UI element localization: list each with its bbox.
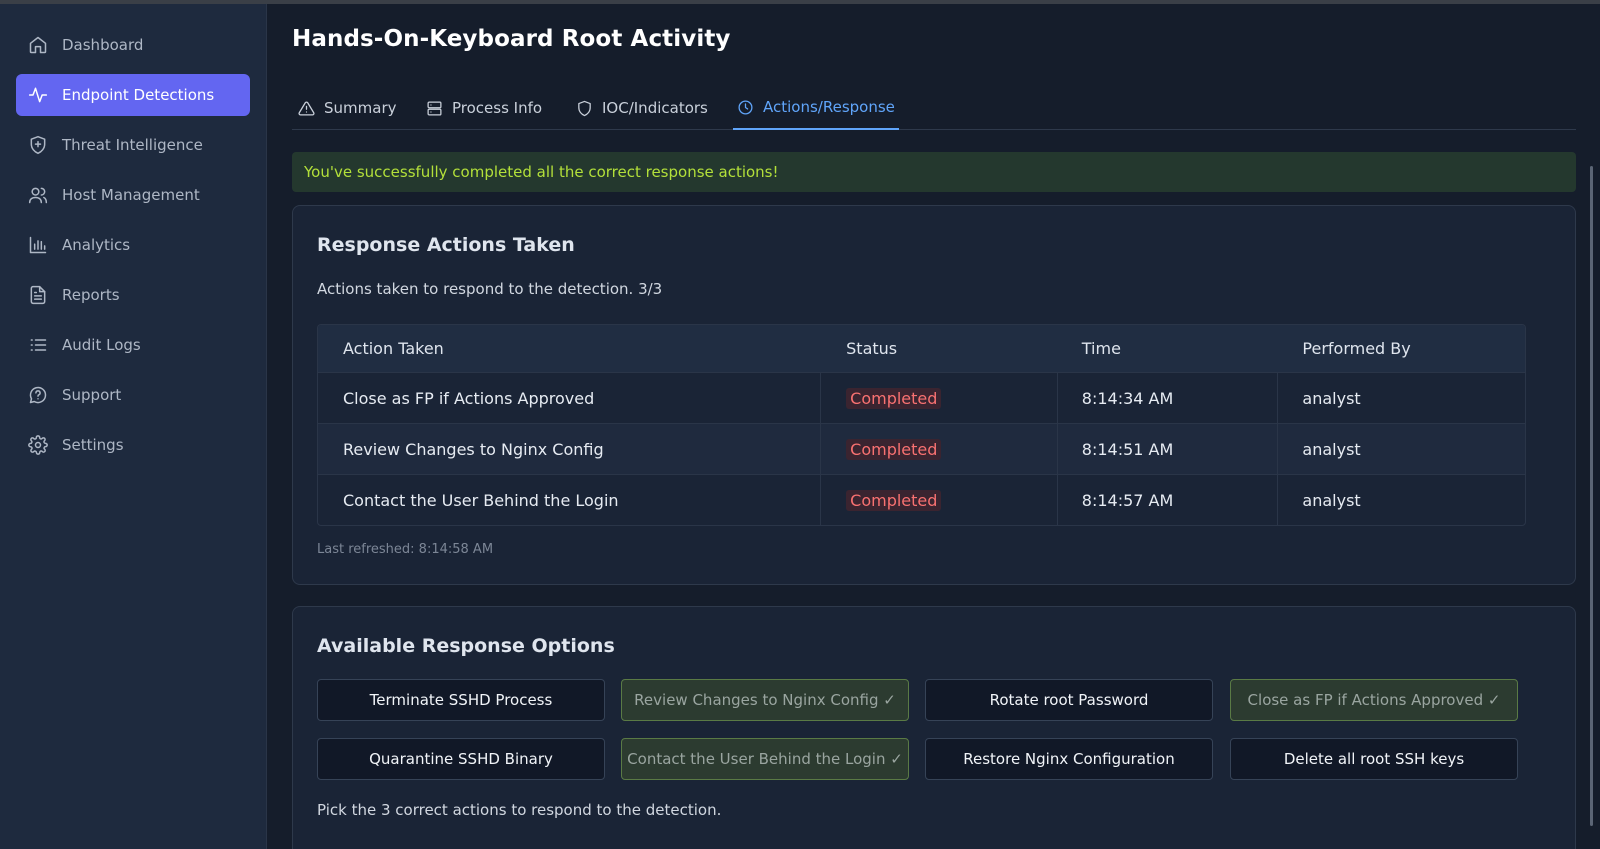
action-cell: Close as FP if Actions Approved [343, 388, 595, 408]
tab-summary[interactable]: Summary [294, 86, 401, 130]
performed-by-cell: analyst [1277, 424, 1525, 474]
status-badge: Completed [846, 438, 942, 460]
server-icon [426, 100, 443, 117]
tab-actions-response[interactable]: Actions/Response [733, 86, 899, 130]
sidebar-item-threat-intelligence[interactable]: Threat Intelligence [16, 124, 250, 166]
time-cell: 8:14:51 AM [1056, 424, 1278, 474]
clock-icon [737, 99, 754, 116]
status-cell: Completed [820, 475, 1057, 525]
tab-process-info[interactable]: Process Info [422, 86, 546, 130]
tab-bar: Summary Process Info IOC/Indicators Acti… [292, 86, 1576, 130]
success-alert: You've successfully completed all the co… [292, 152, 1576, 192]
terminate-sshd-button[interactable]: Terminate SSHD Process [317, 679, 605, 721]
home-icon [28, 35, 48, 55]
sidebar-item-host-management[interactable]: Host Management [16, 174, 250, 216]
restore-nginx-config-button[interactable]: Restore Nginx Configuration [925, 738, 1213, 780]
help-chat-icon [28, 385, 48, 405]
tab-ioc-indicators[interactable]: IOC/Indicators [572, 86, 712, 130]
sidebar-item-audit-logs[interactable]: Audit Logs [16, 324, 250, 366]
time-cell: 8:14:34 AM [1056, 373, 1278, 423]
shield-icon [576, 100, 593, 117]
sidebar-item-label: Settings [62, 436, 124, 454]
status-cell: Completed [820, 373, 1057, 423]
sidebar-item-label: Audit Logs [62, 336, 141, 354]
status-badge: Completed [846, 489, 942, 511]
sidebar-item-settings[interactable]: Settings [16, 424, 250, 466]
action-cell: Review Changes to Nginx Config [343, 439, 604, 459]
page-title: Hands-On-Keyboard Root Activity [292, 26, 731, 52]
sidebar: Dashboard Endpoint Detections Threat Int… [0, 4, 267, 849]
users-icon [28, 185, 48, 205]
actions-taken-title: Response Actions Taken [317, 234, 575, 256]
status-cell: Completed [820, 424, 1057, 474]
alert-triangle-icon [298, 100, 315, 117]
tab-label: Summary [324, 99, 397, 117]
sidebar-item-dashboard[interactable]: Dashboard [16, 24, 250, 66]
response-options-card: Available Response Options Terminate SSH… [292, 606, 1576, 849]
actions-table: Action Taken Status Time Performed By Cl… [317, 324, 1526, 526]
column-header: Action Taken [343, 339, 444, 358]
sidebar-nav: Dashboard Endpoint Detections Threat Int… [16, 24, 250, 474]
rotate-root-password-button[interactable]: Rotate root Password [925, 679, 1213, 721]
performed-by-cell: analyst [1277, 373, 1525, 423]
quarantine-sshd-button[interactable]: Quarantine SSHD Binary [317, 738, 605, 780]
time-cell: 8:14:57 AM [1056, 475, 1278, 525]
tab-label: Process Info [452, 99, 543, 117]
activity-icon [28, 85, 48, 105]
close-as-fp-button[interactable]: Close as FP if Actions Approved ✓ [1230, 679, 1518, 721]
sidebar-item-label: Endpoint Detections [62, 86, 215, 104]
tab-label: IOC/Indicators [602, 99, 708, 117]
action-cell: Contact the User Behind the Login [343, 490, 619, 510]
list-icon [28, 335, 48, 355]
delete-root-ssh-keys-button[interactable]: Delete all root SSH keys [1230, 738, 1518, 780]
sidebar-item-support[interactable]: Support [16, 374, 250, 416]
tab-label: Actions/Response [763, 98, 895, 116]
response-instruction: Pick the 3 correct actions to respond to… [317, 801, 722, 819]
actions-taken-description: Actions taken to respond to the detectio… [317, 280, 663, 298]
bar-chart-icon [28, 235, 48, 255]
sidebar-item-label: Analytics [62, 236, 131, 254]
contact-user-button[interactable]: Contact the User Behind the Login ✓ [621, 738, 909, 780]
sidebar-item-label: Support [62, 386, 122, 404]
shield-plus-icon [28, 135, 48, 155]
table-header: Action Taken Status Time Performed By [318, 325, 1525, 372]
sidebar-item-label: Dashboard [62, 36, 144, 54]
sidebar-item-label: Host Management [62, 186, 200, 204]
sidebar-item-label: Threat Intelligence [62, 136, 203, 154]
table-row: Review Changes to Nginx Config Completed… [318, 423, 1525, 474]
review-nginx-config-button[interactable]: Review Changes to Nginx Config ✓ [621, 679, 909, 721]
table-row: Close as FP if Actions Approved Complete… [318, 372, 1525, 423]
table-row: Contact the User Behind the Login Comple… [318, 474, 1525, 525]
sidebar-item-endpoint-detections[interactable]: Endpoint Detections [16, 74, 250, 116]
column-header: Time [1081, 339, 1121, 358]
sidebar-item-label: Reports [62, 286, 120, 304]
sidebar-item-analytics[interactable]: Analytics [16, 224, 250, 266]
file-text-icon [28, 285, 48, 305]
status-badge: Completed [846, 387, 942, 409]
scrollbar[interactable] [1590, 166, 1593, 826]
gear-icon [28, 435, 48, 455]
response-options-title: Available Response Options [317, 635, 615, 657]
actions-taken-card: Response Actions Taken Actions taken to … [292, 205, 1576, 585]
column-header: Performed By [1302, 339, 1411, 358]
performed-by-cell: analyst [1277, 475, 1525, 525]
sidebar-item-reports[interactable]: Reports [16, 274, 250, 316]
column-header: Status [846, 339, 898, 358]
last-refreshed: Last refreshed: 8:14:58 AM [317, 542, 494, 557]
